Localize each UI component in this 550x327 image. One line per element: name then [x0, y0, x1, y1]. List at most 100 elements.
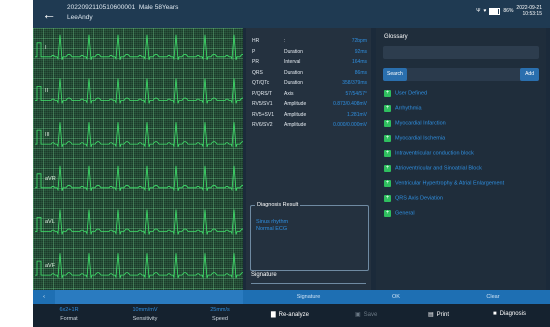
measurement-key: P/QRS/T: [252, 90, 273, 97]
diagnosis-icon: ■: [493, 311, 497, 317]
measurement-row: RV6/SV2 Amplitude 0.000/0.000mV: [252, 122, 367, 132]
ecg-trace-i: [35, 34, 243, 61]
measurement-row: P Duration 92ms: [252, 49, 367, 59]
lead-label: aVF: [45, 263, 56, 270]
ecg-waveform-panel: I II III aVR aVL aVF: [33, 28, 243, 290]
ok-button[interactable]: OK: [371, 290, 421, 304]
usb-icon: Ψ: [476, 8, 481, 14]
lead-label: I: [45, 44, 47, 51]
ecg-trace-avr: [35, 165, 243, 192]
save-button[interactable]: ▣ Save: [355, 311, 377, 318]
lead-label: aVL: [45, 219, 55, 226]
plus-icon: +: [384, 180, 391, 187]
measurement-type: :: [284, 38, 286, 44]
measurement-key: QRS: [252, 69, 263, 76]
glossary-item[interactable]: + Atrioventricular and Sinoatrial Block: [384, 165, 482, 174]
action-bar: ‹ Signature OK Clear: [33, 290, 550, 304]
speed-selector[interactable]: 25mm/s Speed: [190, 307, 250, 322]
reanalyze-button[interactable]: ▇ Re-analyze: [271, 311, 309, 318]
datetime: 2022-09-21 10:53:15: [516, 5, 542, 17]
measurements-panel: HR: 72bpm P Duration 92ms PR Interval 164ms QRS D…: [246, 28, 371, 200]
lead-label: II: [45, 88, 49, 95]
patient-id: 2022092110510600001: [67, 4, 136, 11]
signature-line[interactable]: [251, 283, 366, 284]
measurement-type: Duration: [284, 80, 303, 86]
ecg-traces: [35, 34, 243, 279]
ecg-trace-avl: [35, 209, 243, 235]
scroll-left-icon[interactable]: ‹: [33, 290, 55, 304]
measurement-row: RV5/SV1 Amplitude 0.873/0.408mV: [252, 101, 367, 111]
glossary-search-bar: Search Add: [383, 68, 539, 81]
ecg-trace-ii: [35, 78, 243, 104]
glossary-item-label: Myocardial Ischemia: [395, 135, 446, 142]
measurement-type: Amplitude: [284, 101, 307, 107]
measurement-value: 358/379ms: [342, 80, 367, 86]
measurement-key: RV6/SV2: [252, 122, 273, 128]
plus-icon: +: [384, 150, 391, 157]
measurement-type: Axis: [284, 90, 294, 97]
save-label: Save: [363, 312, 378, 318]
sensitivity-label: Sensitivity: [132, 316, 158, 322]
glossary-item[interactable]: + General: [384, 210, 415, 219]
plus-icon: +: [384, 135, 391, 142]
measurement-value: 164ms: [351, 59, 367, 65]
plus-icon: +: [384, 210, 391, 217]
diagnosis-line: Sinus rhythm: [256, 219, 289, 225]
measurement-value: 72bpm: [351, 38, 367, 44]
signature-button[interactable]: Signature: [246, 290, 371, 304]
diagnosis-button[interactable]: ■ Diagnosis: [493, 311, 526, 317]
measurement-value: 57/54/57°: [345, 90, 367, 97]
diagnosis-label: Diagnosis: [499, 311, 526, 317]
sensitivity-value: 10mm/mV: [132, 307, 158, 313]
lead-label: aVR: [45, 175, 56, 182]
clear-button[interactable]: Clear: [463, 290, 523, 304]
measurement-type: Amplitude: [284, 122, 307, 128]
battery-icon: [489, 7, 501, 15]
glossary-item[interactable]: + User Defined: [384, 90, 427, 99]
lead-label: III: [45, 132, 50, 139]
speed-label: Speed: [212, 316, 228, 322]
heart-icon: ♥: [483, 8, 487, 14]
diagnosis-line: Normal ECG: [256, 226, 288, 232]
glossary-panel: Glossary Search Add + User Defined + Arrhyt…: [376, 28, 546, 290]
measurement-value: 0.000/0.000mV: [333, 122, 367, 128]
measurement-key: HR: [252, 38, 260, 44]
measurement-row: RV5+SV1 Amplitude 1.281mV: [252, 112, 367, 122]
search-button[interactable]: Search: [383, 68, 407, 81]
sensitivity-selector[interactable]: 10mm/mV Sensitivity: [115, 307, 175, 322]
plus-icon: +: [384, 90, 391, 97]
measurement-value: 92ms: [354, 48, 367, 55]
patient-name: LeeAndy: [67, 14, 93, 21]
measurement-value: 86ms: [354, 69, 367, 76]
glossary-item[interactable]: + Arrhythmia: [384, 105, 422, 114]
speed-value: 25mm/s: [210, 307, 230, 313]
diagnosis-result-box[interactable]: Diagnosis Result Sinus rhythm Normal ECG: [250, 202, 369, 271]
glossary-item-label: General: [395, 210, 415, 217]
format-label: Format: [60, 316, 78, 322]
back-arrow-icon[interactable]: ←: [41, 6, 57, 22]
measurement-key: P: [252, 48, 256, 55]
format-selector[interactable]: 6x2+1R Format: [39, 307, 99, 322]
glossary-item[interactable]: + Myocardial Infarction: [384, 120, 446, 129]
measurement-row: QT/QTc Duration 358/379ms: [252, 80, 367, 90]
glossary-item[interactable]: + Intraventricular conduction block: [384, 150, 474, 159]
diagnosis-panel: Diagnosis Result Sinus rhythm Normal ECG…: [246, 200, 371, 290]
glossary-item[interactable]: + Ventricular Hypertrophy & Atrial Enlarg…: [384, 180, 504, 189]
bar-chart-icon: ▇: [271, 312, 276, 318]
measurement-row: P/QRS/T Axis 57/54/57°: [252, 91, 367, 101]
glossary-input[interactable]: [383, 46, 539, 59]
glossary-item[interactable]: + Myocardial Ischemia: [384, 135, 445, 144]
print-button[interactable]: ▤ Print: [428, 311, 449, 318]
measurement-value: 1.281mV: [346, 111, 367, 118]
glossary-title: Glossary: [384, 34, 408, 40]
patient-info: Male 58Years: [138, 4, 179, 11]
header-bar: ← 2022092110510600001 Male 58Years LeeAn…: [33, 0, 550, 28]
waveform-scrollbar[interactable]: [55, 290, 243, 304]
add-button[interactable]: Add: [520, 68, 539, 81]
measurement-type: Interval: [284, 59, 301, 65]
glossary-item-label: Intraventricular conduction block: [395, 150, 474, 157]
battery-percent: 86%: [503, 8, 514, 14]
glossary-item[interactable]: + QRS Axis Deviation: [384, 195, 443, 204]
diagnosis-text: Sinus rhythm Normal ECG: [256, 219, 288, 233]
measurement-key: RV5+SV1: [252, 111, 275, 118]
